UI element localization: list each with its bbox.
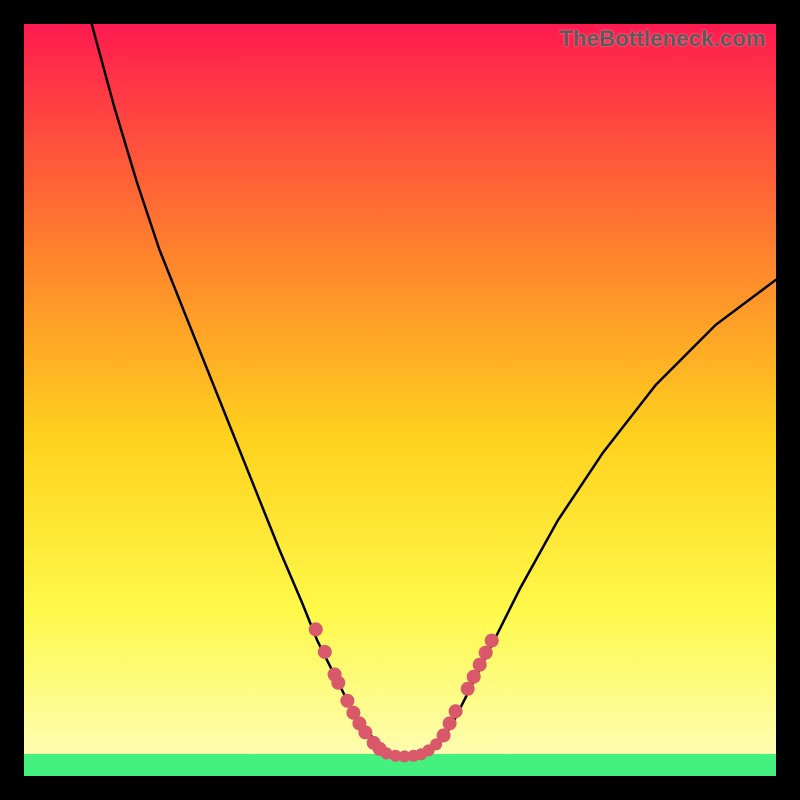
chart-svg — [24, 24, 776, 776]
bottleneck-curve — [92, 24, 776, 756]
data-dot — [340, 694, 354, 708]
data-dot — [485, 634, 499, 648]
data-dot — [309, 622, 323, 636]
data-dot — [467, 670, 481, 684]
data-dot — [430, 738, 442, 750]
data-dot — [461, 682, 475, 696]
data-dot — [479, 646, 493, 660]
data-dot — [318, 645, 332, 659]
data-dot — [449, 704, 463, 718]
watermark-text: TheBottleneck.com — [560, 26, 766, 52]
data-dot — [331, 676, 345, 690]
data-dot — [443, 716, 457, 730]
plot-area: TheBottleneck.com — [24, 24, 776, 776]
data-dot — [473, 658, 487, 672]
chart-frame: TheBottleneck.com — [0, 0, 800, 800]
